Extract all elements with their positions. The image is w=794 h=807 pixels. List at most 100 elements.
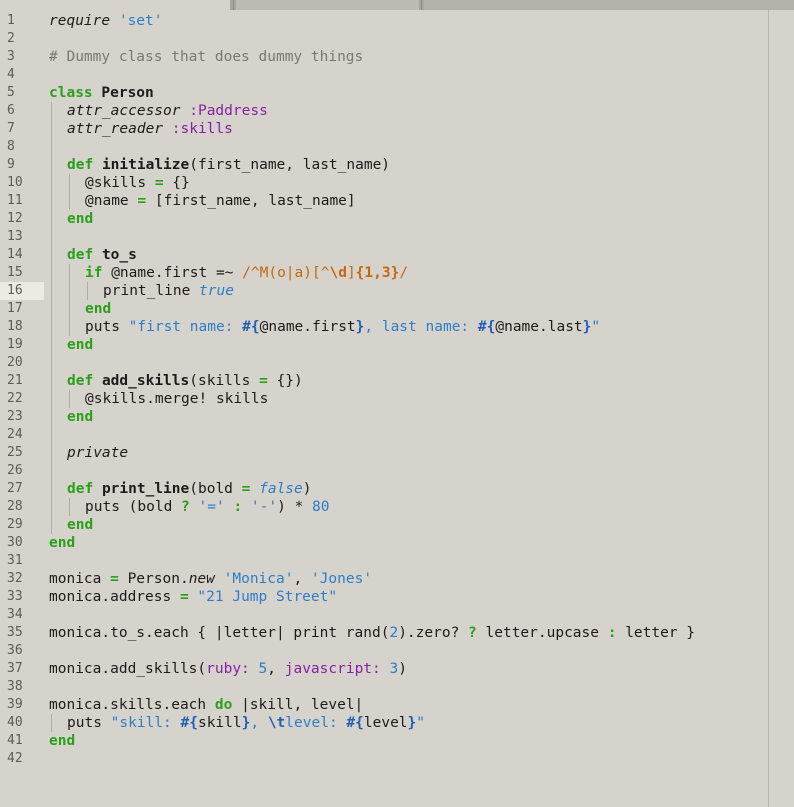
code-token: 'Jones' bbox=[310, 571, 373, 587]
indent-guide bbox=[51, 318, 52, 336]
code-line[interactable]: print_line true bbox=[103, 282, 234, 300]
code-token: end bbox=[85, 301, 112, 317]
line-number: 30 bbox=[7, 535, 23, 550]
tab-second[interactable] bbox=[236, 0, 419, 10]
code-line[interactable]: end bbox=[67, 408, 93, 426]
code-line[interactable]: end bbox=[67, 516, 93, 534]
code-line[interactable]: @skills.merge! skills bbox=[85, 390, 268, 408]
code-line[interactable]: if @name.first =~ /^M(o|a)[^\d]{1,3}/ bbox=[85, 264, 408, 282]
code-token: / bbox=[399, 265, 409, 281]
code-token: "21 Jump Street" bbox=[197, 589, 338, 605]
code-token: private bbox=[67, 445, 129, 461]
code-line[interactable]: monica = Person.new 'Monica', 'Jones' bbox=[49, 570, 372, 588]
code-line[interactable]: puts "skill: #{skill}, \tlevel: #{level}… bbox=[67, 714, 425, 732]
code-token: new bbox=[188, 571, 215, 587]
code-token: @skills.merge! skills bbox=[85, 391, 269, 407]
code-token: , last name: bbox=[364, 319, 478, 335]
code-token: '-' bbox=[250, 499, 278, 515]
code-token: ] bbox=[346, 265, 356, 281]
code-token: def bbox=[67, 157, 94, 173]
code-line[interactable]: end bbox=[49, 534, 75, 552]
tab-active[interactable] bbox=[0, 0, 230, 10]
code-line[interactable]: end bbox=[85, 300, 111, 318]
line-number: 10 bbox=[7, 175, 23, 190]
code-line[interactable]: monica.skills.each do |skill, level| bbox=[49, 696, 363, 714]
code-token: # Dummy class that does dummy things bbox=[49, 49, 364, 65]
indent-guide bbox=[69, 498, 70, 516]
code-token: def bbox=[67, 481, 94, 497]
code-token: : bbox=[233, 499, 243, 515]
line-number: 4 bbox=[7, 67, 15, 82]
code-line[interactable]: # Dummy class that does dummy things bbox=[49, 48, 363, 66]
code-token: @name bbox=[85, 193, 138, 209]
code-line[interactable]: @skills = {} bbox=[85, 174, 190, 192]
code-token: = bbox=[110, 571, 119, 587]
code-token: ) * bbox=[277, 499, 313, 515]
code-token: ) bbox=[398, 661, 407, 677]
code-token: class bbox=[49, 85, 93, 101]
indent-guide bbox=[69, 318, 70, 336]
code-token: end bbox=[67, 409, 94, 425]
code-line[interactable]: monica.to_s.each { |letter| print rand(2… bbox=[49, 624, 695, 642]
code-token: to_s bbox=[101, 247, 137, 263]
indent-guide bbox=[51, 462, 52, 480]
code-token: puts bbox=[67, 715, 111, 731]
code-line[interactable]: def print_line(bold = false) bbox=[67, 480, 312, 498]
code-token: skill bbox=[197, 715, 242, 731]
code-token: end bbox=[49, 535, 76, 551]
code-line[interactable]: puts (bold ? '=' : '-') * 80 bbox=[85, 498, 330, 516]
code-token: '=' bbox=[198, 499, 225, 515]
code-line[interactable]: end bbox=[67, 336, 93, 354]
code-token: @name.last bbox=[495, 319, 583, 335]
code-line[interactable]: monica.add_skills(ruby: 5, javascript: 3… bbox=[49, 660, 407, 678]
code-token: puts (bold bbox=[85, 499, 182, 515]
code-line[interactable]: attr_reader :skills bbox=[67, 120, 233, 138]
code-line[interactable]: puts "first name: #{@name.first}, last n… bbox=[85, 318, 600, 336]
code-line[interactable]: attr_accessor :Paddress bbox=[67, 102, 268, 120]
indent-guide bbox=[69, 174, 70, 192]
code-token: 3 bbox=[389, 661, 399, 677]
code-line[interactable]: monica.address = "21 Jump Street" bbox=[49, 588, 337, 606]
line-number: 5 bbox=[7, 85, 15, 100]
indent-guide bbox=[51, 228, 52, 246]
code-line[interactable]: def initialize(first_name, last_name) bbox=[67, 156, 390, 174]
line-number: 35 bbox=[7, 625, 23, 640]
code-token: initialize bbox=[101, 157, 190, 173]
line-number: 8 bbox=[7, 139, 15, 154]
line-number: 38 bbox=[7, 679, 23, 694]
code-line[interactable]: @name = [first_name, last_name] bbox=[85, 192, 356, 210]
line-number: 3 bbox=[7, 49, 15, 64]
line-number: 21 bbox=[7, 373, 23, 388]
code-line[interactable]: require 'set' bbox=[49, 12, 163, 30]
code-token: level: bbox=[285, 715, 347, 731]
code-token: } bbox=[407, 715, 417, 731]
code-editor[interactable]: 1 2 3 4 5 6 7 8 9 10 11 12 13 14 15 16 17 18 19 20 21 22 23 24 2… bbox=[0, 10, 794, 807]
code-line[interactable]: def add_skills(skills = {}) bbox=[67, 372, 303, 390]
code-line[interactable]: def to_s bbox=[67, 246, 137, 264]
code-token: /^M(o|a)[^ bbox=[242, 265, 330, 281]
line-number: 2 bbox=[7, 31, 15, 46]
code-line[interactable]: private bbox=[67, 444, 128, 462]
code-token: def bbox=[67, 373, 94, 389]
line-number: 39 bbox=[7, 697, 23, 712]
code-line[interactable]: end bbox=[49, 732, 75, 750]
tab-third[interactable] bbox=[424, 0, 794, 10]
code-token: Person. bbox=[118, 571, 189, 587]
code-line[interactable]: class Person bbox=[49, 84, 154, 102]
code-token: (skills bbox=[189, 373, 260, 389]
code-token: def bbox=[67, 247, 94, 263]
code-token: end bbox=[49, 733, 76, 749]
code-token: letter } bbox=[616, 625, 696, 641]
code-token: 5 bbox=[258, 661, 268, 677]
code-line[interactable]: end bbox=[67, 210, 93, 228]
code-token: ruby: bbox=[206, 661, 250, 677]
code-area[interactable]: require 'set' # Dummy class that does dum… bbox=[49, 10, 769, 807]
